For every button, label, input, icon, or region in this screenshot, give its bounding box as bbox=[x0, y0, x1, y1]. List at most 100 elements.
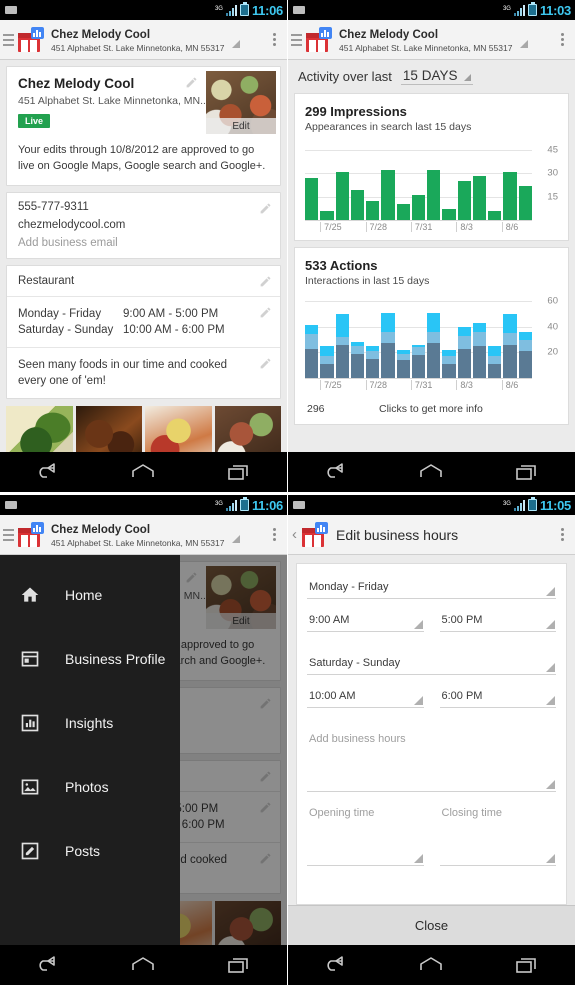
bar[interactable] bbox=[366, 345, 380, 378]
add-open-select[interactable]: Opening time bbox=[307, 804, 424, 866]
home-icon[interactable] bbox=[128, 462, 158, 482]
bar[interactable] bbox=[305, 177, 319, 220]
bar[interactable] bbox=[472, 176, 487, 220]
business-cover-photo[interactable]: Edit bbox=[206, 71, 276, 134]
drawer-item-business-profile[interactable]: Business Profile bbox=[0, 627, 180, 691]
bar[interactable] bbox=[335, 171, 349, 220]
bar[interactable] bbox=[503, 313, 517, 378]
dropdown-caret-icon bbox=[413, 696, 423, 705]
bar[interactable] bbox=[488, 345, 502, 378]
photo-thumbnail[interactable] bbox=[6, 406, 73, 452]
clicks-summary-row[interactable]: 296 Clicks to get more info bbox=[305, 392, 558, 418]
google-places-icon[interactable] bbox=[304, 26, 332, 53]
bar[interactable] bbox=[396, 349, 410, 378]
drawer-item-label: Business Profile bbox=[65, 651, 166, 667]
overflow-menu-icon[interactable] bbox=[267, 33, 281, 46]
drawer-item-home[interactable]: Home bbox=[0, 563, 180, 627]
bar[interactable] bbox=[350, 190, 365, 220]
back-chevron-icon[interactable]: ‹ bbox=[292, 526, 297, 543]
bar[interactable] bbox=[320, 210, 334, 220]
bar[interactable] bbox=[442, 209, 456, 220]
hamburger-icon[interactable] bbox=[3, 528, 14, 541]
bar[interactable] bbox=[503, 171, 517, 220]
back-icon[interactable] bbox=[321, 462, 351, 482]
form-spacer bbox=[307, 632, 556, 654]
google-places-icon[interactable] bbox=[300, 521, 328, 548]
recents-icon[interactable] bbox=[512, 462, 542, 482]
bar[interactable] bbox=[457, 326, 471, 378]
bar[interactable] bbox=[350, 342, 365, 378]
phone-number[interactable]: 555-777-9311 bbox=[18, 201, 252, 219]
home-icon[interactable] bbox=[128, 955, 158, 975]
overflow-menu-icon[interactable] bbox=[267, 528, 281, 541]
edit-pencil-icon[interactable] bbox=[259, 306, 272, 319]
bar[interactable] bbox=[518, 331, 532, 378]
hours-row[interactable]: Monday - Friday 9:00 AM - 5:00 PM Saturd… bbox=[7, 297, 280, 348]
recents-icon[interactable] bbox=[224, 955, 254, 975]
home-icon[interactable] bbox=[416, 462, 446, 482]
spinner-caret-icon[interactable] bbox=[520, 39, 529, 48]
bar[interactable] bbox=[488, 210, 502, 220]
spinner-caret-icon[interactable] bbox=[232, 534, 241, 543]
category-row[interactable]: Restaurant bbox=[7, 266, 280, 297]
business-header-row: Chez Melody Cool 451 Alphabet St. Lake M… bbox=[7, 67, 280, 134]
drawer-item-posts[interactable]: Posts bbox=[0, 819, 180, 883]
status-right-icons: 3G 11:05 bbox=[503, 497, 571, 513]
back-icon[interactable] bbox=[33, 955, 63, 975]
description-row[interactable]: Seen many foods in our time and cooked e… bbox=[7, 348, 280, 398]
spinner-caret-icon[interactable] bbox=[232, 39, 241, 48]
close-button[interactable]: Close bbox=[288, 905, 575, 945]
bar[interactable] bbox=[396, 204, 410, 220]
actions-subtitle: Interactions in last 15 days bbox=[305, 275, 430, 287]
bar[interactable] bbox=[518, 185, 532, 220]
drawer-item-insights[interactable]: Insights bbox=[0, 691, 180, 755]
edit-pencil-icon[interactable] bbox=[259, 275, 272, 288]
clicks-count: 296 bbox=[307, 403, 325, 415]
bar[interactable] bbox=[335, 313, 349, 378]
edit-pencil-icon[interactable] bbox=[185, 76, 198, 89]
google-places-icon[interactable] bbox=[16, 521, 44, 548]
google-places-icon[interactable] bbox=[16, 26, 44, 53]
bar-segment bbox=[396, 204, 410, 220]
add-close-select[interactable]: Closing time bbox=[439, 804, 556, 866]
bar[interactable] bbox=[366, 201, 380, 220]
bar[interactable] bbox=[457, 181, 471, 220]
recents-icon[interactable] bbox=[512, 955, 542, 975]
photo-edit-button[interactable]: Edit bbox=[206, 118, 276, 134]
weekday-open-select[interactable]: 9:00 AM bbox=[307, 611, 424, 632]
weekday-close-select[interactable]: 5:00 PM bbox=[439, 611, 556, 632]
date-range-dropdown[interactable]: 15 DAYS bbox=[400, 68, 474, 85]
bar[interactable] bbox=[427, 312, 441, 378]
bar-segment bbox=[503, 333, 517, 345]
home-icon[interactable] bbox=[416, 955, 446, 975]
bar[interactable] bbox=[381, 312, 395, 378]
hamburger-icon[interactable] bbox=[3, 33, 14, 46]
website-url[interactable]: chezmelodycool.com bbox=[18, 219, 252, 237]
back-icon[interactable] bbox=[321, 955, 351, 975]
photo-thumbnail[interactable] bbox=[75, 406, 142, 452]
bar[interactable] bbox=[320, 345, 334, 378]
bar[interactable] bbox=[472, 322, 487, 378]
back-icon[interactable] bbox=[33, 462, 63, 482]
edit-pencil-icon[interactable] bbox=[259, 357, 272, 370]
overflow-menu-icon[interactable] bbox=[555, 33, 569, 46]
bar[interactable] bbox=[442, 349, 456, 378]
bar[interactable] bbox=[411, 195, 426, 220]
weekend-open-select[interactable]: 10:00 AM bbox=[307, 687, 424, 708]
bar[interactable] bbox=[411, 344, 426, 378]
drawer-item-photos[interactable]: Photos bbox=[0, 755, 180, 819]
add-hours-range-select[interactable]: Add business hours bbox=[307, 730, 556, 792]
weekday-range-select[interactable]: Monday - Friday bbox=[307, 578, 556, 599]
photo-thumbnail[interactable] bbox=[145, 406, 212, 452]
overflow-menu-icon[interactable] bbox=[555, 528, 569, 541]
bar[interactable] bbox=[381, 170, 395, 220]
edit-pencil-icon[interactable] bbox=[259, 202, 272, 215]
weekend-range-select[interactable]: Saturday - Sunday bbox=[307, 654, 556, 675]
add-email-field[interactable]: Add business email bbox=[18, 237, 252, 249]
weekend-close-select[interactable]: 6:00 PM bbox=[439, 687, 556, 708]
bar[interactable] bbox=[305, 325, 319, 378]
photo-thumbnail[interactable] bbox=[214, 406, 281, 452]
recents-icon[interactable] bbox=[224, 462, 254, 482]
bar[interactable] bbox=[427, 170, 441, 220]
hamburger-icon[interactable] bbox=[291, 33, 302, 46]
